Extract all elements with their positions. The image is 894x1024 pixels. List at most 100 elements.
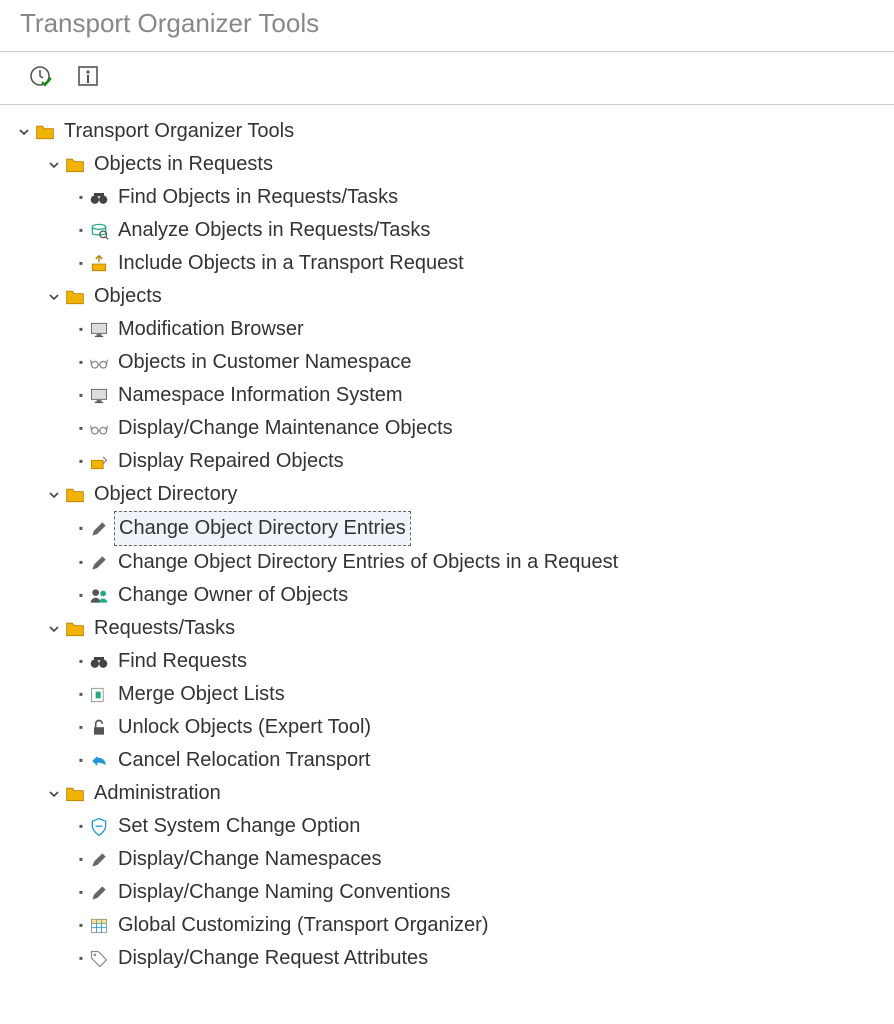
tree-item[interactable]: ▪ Include Objects in a Transport Request: [76, 247, 884, 280]
chevron-down-icon[interactable]: [46, 159, 62, 171]
tree-item-label: Change Object Directory Entries of Objec…: [114, 546, 622, 579]
pencil-icon: [88, 849, 110, 871]
tree-item-label: Find Objects in Requests/Tasks: [114, 181, 402, 214]
folder-icon: [64, 618, 86, 640]
tree-item-label: Set System Change Option: [114, 810, 364, 843]
tree-group-label: Requests/Tasks: [90, 612, 239, 645]
folder-icon: [64, 286, 86, 308]
folder-icon: [64, 154, 86, 176]
tree-item-label: Include Objects in a Transport Request: [114, 247, 468, 280]
execute-button[interactable]: [26, 62, 54, 90]
tree-item[interactable]: ▪ Change Owner of Objects: [76, 579, 884, 612]
tree-item-label: Global Customizing (Transport Organizer): [114, 909, 493, 942]
tree-item-label: Namespace Information System: [114, 379, 407, 412]
chevron-down-icon[interactable]: [46, 489, 62, 501]
tree-group-label: Object Directory: [90, 478, 241, 511]
tree-item[interactable]: ▪ Global Customizing (Transport Organize…: [76, 909, 884, 942]
bullet-icon: ▪: [76, 942, 86, 975]
users-icon: [88, 585, 110, 607]
tree-item-label: Display/Change Request Attributes: [114, 942, 432, 975]
binoculars-icon: [88, 651, 110, 673]
bullet-icon: ▪: [76, 445, 86, 478]
tree-item-label: Display/Change Maintenance Objects: [114, 412, 457, 445]
bullet-icon: ▪: [76, 379, 86, 412]
tree-item-label: Change Owner of Objects: [114, 579, 352, 612]
bullet-icon: ▪: [76, 313, 86, 346]
analyze-icon: [88, 220, 110, 242]
tree-item[interactable]: ▪ Display/Change Maintenance Objects: [76, 412, 884, 445]
merge-icon: [88, 684, 110, 706]
monitor-icon: [88, 319, 110, 341]
tree-group[interactable]: Object Directory: [46, 478, 884, 511]
tree-item-label: Modification Browser: [114, 313, 308, 346]
title-bar: Transport Organizer Tools: [0, 0, 894, 52]
bullet-icon: ▪: [76, 546, 86, 579]
tree-group[interactable]: Objects in Requests: [46, 148, 884, 181]
tree-group-label: Objects: [90, 280, 166, 313]
bullet-icon: ▪: [76, 876, 86, 909]
tree-item[interactable]: ▪ Analyze Objects in Requests/Tasks: [76, 214, 884, 247]
tree-item-label: Cancel Relocation Transport: [114, 744, 374, 777]
chevron-down-icon[interactable]: [46, 291, 62, 303]
tree-item[interactable]: ▪ Cancel Relocation Transport: [76, 744, 884, 777]
undo-icon: [88, 750, 110, 772]
chevron-down-icon[interactable]: [16, 126, 32, 138]
tree-group[interactable]: Administration: [46, 777, 884, 810]
bullet-icon: ▪: [76, 412, 86, 445]
pencil-icon: [88, 518, 110, 540]
bullet-icon: ▪: [76, 181, 86, 214]
tree-item[interactable]: ▪ Find Objects in Requests/Tasks: [76, 181, 884, 214]
tree-item[interactable]: ▪ Change Object Directory Entries: [76, 511, 884, 546]
bullet-icon: ▪: [76, 346, 86, 379]
tree-item[interactable]: ▪ Unlock Objects (Expert Tool): [76, 711, 884, 744]
tag-icon: [88, 948, 110, 970]
bullet-icon: ▪: [76, 843, 86, 876]
tree-item-label: Find Requests: [114, 645, 251, 678]
tree-group[interactable]: Requests/Tasks: [46, 612, 884, 645]
bullet-icon: ▪: [76, 711, 86, 744]
tree-group-label: Administration: [90, 777, 225, 810]
tree-root-label: Transport Organizer Tools: [60, 115, 298, 148]
bullet-icon: ▪: [76, 512, 86, 545]
bullet-icon: ▪: [76, 579, 86, 612]
tree-item[interactable]: ▪ Set System Change Option: [76, 810, 884, 843]
bullet-icon: ▪: [76, 678, 86, 711]
pencil-icon: [88, 552, 110, 574]
tree-item-label: Display Repaired Objects: [114, 445, 348, 478]
tree-item-label: Merge Object Lists: [114, 678, 289, 711]
tree-group-label: Objects in Requests: [90, 148, 277, 181]
tree-item[interactable]: ▪ Display/Change Naming Conventions: [76, 876, 884, 909]
toolbar: [0, 52, 894, 105]
tree-item[interactable]: ▪ Find Requests: [76, 645, 884, 678]
tree-item[interactable]: ▪ Merge Object Lists: [76, 678, 884, 711]
tree-item[interactable]: ▪ Modification Browser: [76, 313, 884, 346]
bullet-icon: ▪: [76, 247, 86, 280]
tree-item[interactable]: ▪ Change Object Directory Entries of Obj…: [76, 546, 884, 579]
chevron-down-icon[interactable]: [46, 788, 62, 800]
pencil-icon: [88, 882, 110, 904]
shield-icon: [88, 816, 110, 838]
tree-item[interactable]: ▪ Display Repaired Objects: [76, 445, 884, 478]
glasses-icon: [88, 352, 110, 374]
folder-icon: [64, 783, 86, 805]
unlock-icon: [88, 717, 110, 739]
bullet-icon: ▪: [76, 909, 86, 942]
table-icon: [88, 915, 110, 937]
tree-item-label: Unlock Objects (Expert Tool): [114, 711, 375, 744]
tree-item[interactable]: ▪ Display/Change Namespaces: [76, 843, 884, 876]
tree-item[interactable]: ▪ Namespace Information System: [76, 379, 884, 412]
tree-root[interactable]: Transport Organizer Tools: [16, 115, 884, 148]
chevron-down-icon[interactable]: [46, 623, 62, 635]
info-button[interactable]: [74, 62, 102, 90]
folder-icon: [34, 121, 56, 143]
page-title: Transport Organizer Tools: [20, 8, 874, 39]
repair-icon: [88, 451, 110, 473]
tree-item[interactable]: ▪ Display/Change Request Attributes: [76, 942, 884, 975]
bullet-icon: ▪: [76, 214, 86, 247]
tree-group[interactable]: Objects: [46, 280, 884, 313]
tree: Transport Organizer Tools Objects in Req…: [0, 105, 894, 1005]
tree-item[interactable]: ▪ Objects in Customer Namespace: [76, 346, 884, 379]
folder-icon: [64, 484, 86, 506]
tree-item-label: Analyze Objects in Requests/Tasks: [114, 214, 434, 247]
bullet-icon: ▪: [76, 810, 86, 843]
